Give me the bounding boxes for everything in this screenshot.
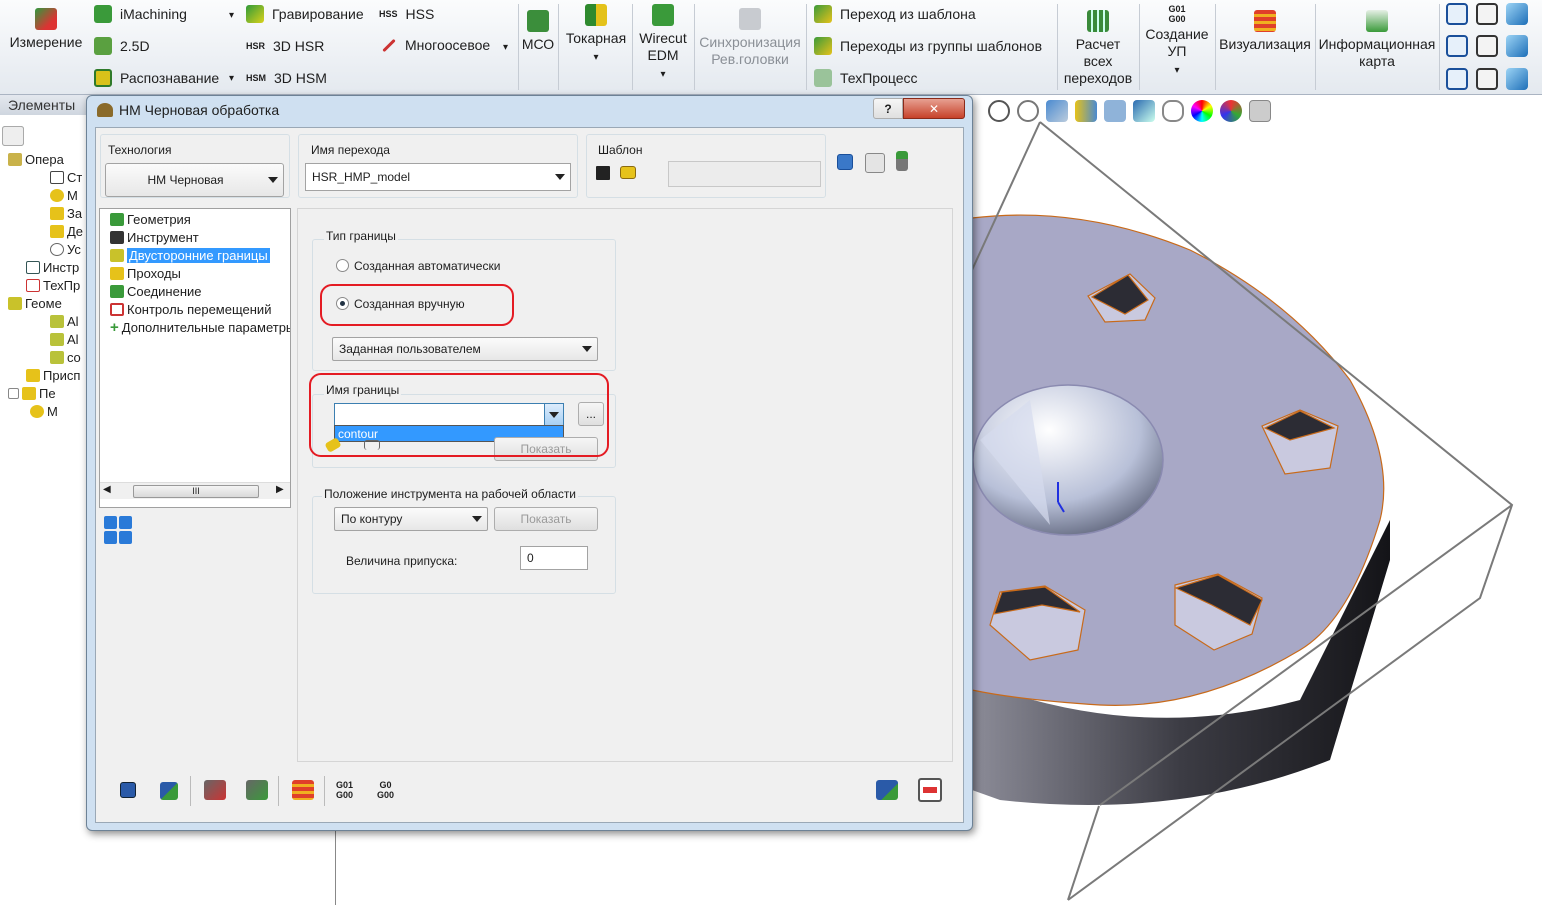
save-template-icon[interactable] [596,166,610,180]
scroll-thumb[interactable]: III [133,485,259,498]
toolbar-separator [278,776,279,806]
technology-label: Технология [108,143,172,157]
tool-icon[interactable] [865,153,885,173]
bottom-toolbar: G01 G00 G0 G00 [96,766,963,822]
scroll-left-icon[interactable]: ◀ [103,484,111,495]
dialog-client: Технология НМ Черновая Имя перехода HSR_… [95,127,964,823]
passes-icon [110,267,124,280]
show-position-button[interactable]: Показать [494,507,598,531]
boundary-mode-select[interactable]: Заданная пользователем [332,337,598,361]
save-and-simulate-icon[interactable] [204,780,226,800]
highlight-boundary-name [309,373,609,457]
boundary-icon [110,249,124,262]
template-label: Шаблон [598,143,643,157]
template-field [668,161,821,187]
exit-icon[interactable] [918,778,942,802]
nav-horizontal-scrollbar[interactable]: ◀ III ▶ [100,482,290,499]
toolbar-separator [190,776,191,806]
gcode-edit-icon[interactable]: G0 G00 [377,780,394,800]
chevron-down-icon [555,174,565,180]
chevron-down-icon [268,177,278,183]
scroll-right-icon[interactable]: ▶ [276,484,284,495]
radio-auto[interactable] [336,259,349,272]
save-new-icon[interactable] [876,780,898,800]
rough-machining-dialog: НМ Черновая обработка ? ✕ Технология НМ … [86,95,973,831]
help-button[interactable]: ? [873,98,903,119]
technology-select[interactable]: НМ Черновая [105,163,284,197]
nav-item-passes[interactable]: Проходы [110,266,181,281]
parameters-nav-tree: Геометрия Инструмент Двусторонние границ… [99,208,291,508]
highlight-manual [320,284,514,326]
toolbar-separator [324,776,325,806]
allowance-input[interactable]: 0 [520,546,588,570]
chevron-down-icon [472,516,482,522]
nav-item-geometry[interactable]: Геометрия [110,212,191,227]
nav-item-link[interactable]: Соединение [110,284,202,299]
motion-control-icon [110,303,124,316]
nav-item-misc-params[interactable]: + Дополнительные параметры [110,320,290,335]
geometry-icon [110,213,124,226]
simulation-icon[interactable] [292,780,314,800]
radio-auto-label[interactable]: Созданная автоматически [354,259,500,273]
nav-item-tool[interactable]: Инструмент [110,230,199,245]
tool-position-select[interactable]: По контуру [334,507,488,531]
save-and-calculate-icon[interactable] [160,782,178,800]
allowance-label: Величина припуска: [346,554,458,568]
nav-item-motion-control[interactable]: Контроль перемещений [110,302,271,317]
info-icon[interactable] [837,154,853,170]
step-name-input[interactable]: HSR_HMP_model [305,163,571,191]
plus-icon: + [110,320,119,335]
boundary-type-label: Тип границы [324,229,398,243]
layout-toggle-icon[interactable] [104,516,132,544]
link-icon [110,285,124,298]
save-icon[interactable] [120,782,136,798]
save-and-add-icon[interactable] [246,780,268,800]
tool-holder-icon[interactable] [896,151,908,171]
gcode-icon[interactable]: G01 G00 [336,780,353,800]
close-button[interactable]: ✕ [903,98,965,119]
chevron-down-icon [582,346,592,352]
nav-item-two-sided-boundaries[interactable]: Двусторонние границы [110,248,270,263]
app-icon [97,103,113,117]
tool-position-label: Положение инструмента на рабочей области [322,487,579,501]
step-name-label: Имя перехода [311,143,390,157]
open-template-icon[interactable] [620,166,636,179]
tool-icon [110,231,124,244]
dialog-titlebar[interactable]: НМ Черновая обработка [97,102,279,118]
